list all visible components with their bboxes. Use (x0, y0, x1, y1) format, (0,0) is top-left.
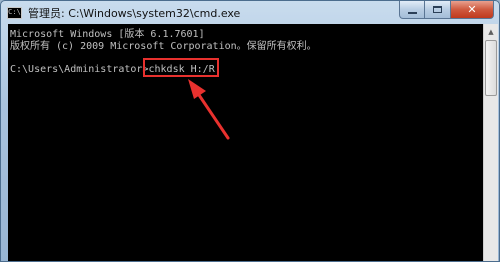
maximize-icon (433, 6, 442, 13)
console-line-copyright: 版权所有 (c) 2009 Microsoft Corporation。保留所有… (10, 41, 317, 52)
console-prompt: C:\Users\Administrator> (10, 64, 149, 75)
scrollbar-thumb[interactable] (485, 40, 497, 96)
window-title: 管理员: C:\Windows\system32\cmd.exe (28, 6, 241, 20)
minimize-button[interactable] (399, 1, 425, 19)
command-highlight-box (143, 58, 219, 77)
cmd-icon-glyph: C:\ (8, 8, 21, 16)
minimize-icon (407, 11, 417, 14)
scroll-up-arrow-icon[interactable]: ▲ (484, 24, 498, 39)
close-icon: ✕ (467, 3, 477, 16)
cmd-console-icon[interactable]: C:\ (7, 6, 22, 19)
maximize-button[interactable] (425, 1, 451, 19)
vertical-scrollbar[interactable]: ▲ (483, 24, 498, 261)
title-bar[interactable]: C:\ 管理员: C:\Windows\system32\cmd.exe ✕ (1, 1, 499, 24)
console-output[interactable]: Microsoft Windows [版本 6.1.7601] 版权所有 (c)… (8, 24, 484, 261)
console-line-version: Microsoft Windows [版本 6.1.7601] (10, 29, 205, 40)
caption-buttons: ✕ (399, 1, 494, 19)
close-button[interactable]: ✕ (451, 1, 494, 19)
cmd-window: C:\ 管理员: C:\Windows\system32\cmd.exe ✕ M… (0, 0, 500, 262)
